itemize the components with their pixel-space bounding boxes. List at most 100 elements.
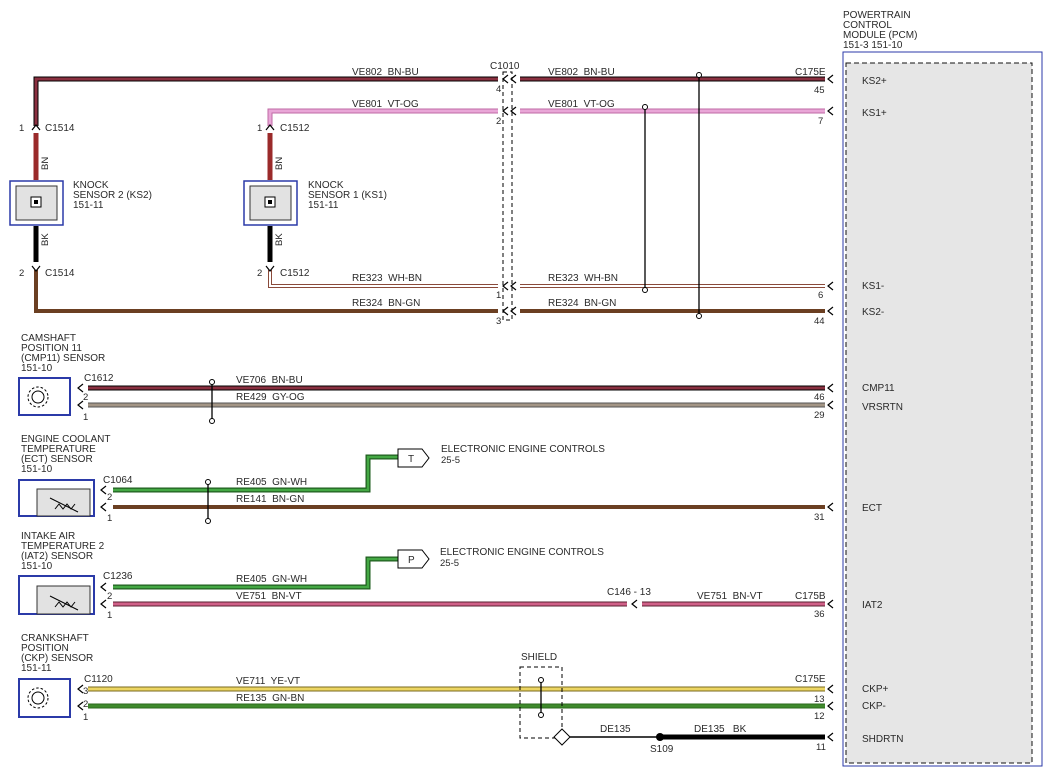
- ckp-label-4: 151-11: [21, 663, 52, 674]
- iat-ref-page: 25-5: [440, 558, 459, 569]
- ckp-sensor-section: CRANKSHAFT POSITION (CKP) SENSOR 151-11 …: [18, 633, 834, 755]
- ect-pin-1: 1: [107, 513, 112, 524]
- ks2-wire-bk: BK: [40, 233, 51, 246]
- ect-sensor-section: ENGINE COOLANT TEMPERATURE (ECT) SENSOR …: [18, 434, 834, 524]
- ks2-wire-bn: BN: [40, 157, 51, 170]
- re323-left-label: RE323 WH-BN: [352, 273, 422, 284]
- re135-label: RE135 GN-BN: [236, 693, 304, 704]
- c1010-pin-4: 4: [496, 84, 501, 95]
- c175b-label: C175B: [795, 591, 826, 602]
- ect-pcm-pin-31: 31: [814, 512, 825, 523]
- ve801-right-label: VE801 VT-OG: [548, 99, 615, 110]
- c1010-label: C1010: [490, 61, 520, 72]
- re324-right-label: RE324 BN-GN: [548, 298, 616, 309]
- pcm-inner-dashed: [845, 62, 1033, 764]
- re141-label: RE141 BN-GN: [236, 494, 304, 505]
- ckp-pin-2: 2: [83, 699, 88, 710]
- iat-sensor-section: INTAKE AIR TEMPERATURE 2 (IAT2) SENSOR 1…: [18, 531, 834, 621]
- ks1-pin-1: 1: [257, 123, 262, 134]
- pcm-pin-ect: ECT: [862, 503, 882, 514]
- knock-sensor-1-body: [243, 180, 298, 226]
- c175e-top-label: C175E: [795, 67, 826, 78]
- iat-pin-1: 1: [107, 610, 112, 621]
- ect-re405-label: RE405 GN-WH: [236, 477, 307, 488]
- c175e-pin-6: 6: [818, 290, 823, 301]
- ve751-left-label: VE751 BN-VT: [236, 591, 302, 602]
- pcm-module: POWERTRAIN CONTROL MODULE (PCM) 151-3 15…: [842, 10, 1043, 767]
- cmp-pcm-pin-46: 46: [814, 392, 825, 403]
- iat-tag-p-label: P: [408, 555, 415, 566]
- pcm-pin-shdrtn: SHDRTN: [862, 734, 903, 745]
- wiring-diagram-canvas: POWERTRAIN CONTROL MODULE (PCM) 151-3 15…: [9, 10, 1043, 767]
- ks1-label-3: 151-11: [308, 200, 339, 211]
- de135-right-label: DE135 BK: [694, 724, 747, 735]
- cmp-label-4: 151-10: [21, 363, 53, 374]
- cmp-pin-1: 1: [83, 412, 88, 423]
- c175e-pin-45: 45: [814, 85, 825, 96]
- cmp-conn: C1612: [84, 373, 114, 384]
- ve706-label: VE706 BN-BU: [236, 375, 303, 386]
- ks2-pin-2: 2: [19, 268, 24, 279]
- wiring-diagram: POWERTRAIN CONTROL MODULE (PCM) 151-3 15…: [0, 0, 1050, 775]
- pcm-pin-iat2: IAT2: [862, 600, 883, 611]
- pcm-pin-ks2-minus: KS2-: [862, 307, 884, 318]
- ckp-sensor-body: [18, 678, 71, 718]
- cmp-sensor-section: CAMSHAFT POSITION 11 (CMP11) SENSOR 151-…: [18, 333, 834, 424]
- ve801-left-label: VE801 VT-OG: [352, 99, 419, 110]
- pcm-pin-ckp-plus: CKP+: [862, 684, 889, 695]
- ve711-label: VE711 YE-VT: [236, 676, 300, 687]
- pcm-pin-vrsrtn: VRSRTN: [862, 402, 903, 413]
- c1010-pin-2: 2: [496, 116, 501, 127]
- cmp-pcm-pin-29: 29: [814, 410, 825, 421]
- shield-diamond: [553, 728, 571, 746]
- ect-tag-t-label: T: [408, 454, 414, 465]
- ks1-wire-bk: BK: [274, 233, 285, 246]
- ckp-c175e-label: C175E: [795, 674, 826, 685]
- knock-sensor-2-body: [9, 180, 64, 226]
- ckp-pcm-pin-11: 11: [816, 742, 826, 753]
- c175e-pin-7: 7: [818, 116, 823, 127]
- cmp-sensor-body: [18, 377, 71, 416]
- c1010-pin-1: 1: [496, 290, 501, 301]
- de135-left-label: DE135: [600, 724, 631, 735]
- c1010-pin-3: 3: [496, 316, 501, 327]
- iat-conn: C1236: [103, 571, 133, 582]
- ect-pin-2: 2: [107, 492, 112, 503]
- iat-pcm-pin-36: 36: [814, 609, 825, 620]
- ckp-pin-1: 1: [83, 712, 88, 723]
- iat-pin-2: 2: [107, 591, 112, 602]
- ks1-pin-2: 2: [257, 268, 262, 279]
- s109-label: S109: [650, 744, 674, 755]
- ect-conn: C1064: [103, 475, 133, 486]
- pcm-pin-ks1-plus: KS1+: [862, 108, 887, 119]
- ckp-pcm-pin-13: 13: [814, 694, 825, 705]
- ks1-wire-bn: BN: [274, 157, 285, 170]
- re429-label: RE429 GY-OG: [236, 392, 305, 403]
- ckp-pin-3: 3: [83, 686, 88, 697]
- wire-ve802-fill: [34, 77, 498, 126]
- ect-sensor-body: [18, 479, 95, 517]
- iat-label-4: 151-10: [21, 561, 53, 572]
- ckp-pcm-pin-12: 12: [814, 711, 825, 722]
- c175e-pin-44: 44: [814, 316, 825, 327]
- iat-re405-label: RE405 GN-WH: [236, 574, 307, 585]
- ect-ref-title: ELECTRONIC ENGINE CONTROLS: [441, 444, 605, 455]
- iat-sensor-body: [18, 575, 95, 615]
- iat-ref-title: ELECTRONIC ENGINE CONTROLS: [440, 547, 604, 558]
- pcm-pin-cmp11: CMP11: [862, 383, 895, 394]
- wire-ve802: [33, 76, 498, 126]
- ect-ref-page: 25-5: [441, 455, 460, 466]
- knock-sensor-wiring: C1010 4 2 1 3 C175E 45 7 6 44 VE802 BN-B…: [9, 61, 834, 327]
- ect-label-4: 151-10: [21, 464, 53, 475]
- re323-right-label: RE323 WH-BN: [548, 273, 618, 284]
- pcm-pin-ks1-minus: KS1-: [862, 281, 884, 292]
- ve751-right-label: VE751 BN-VT: [697, 591, 763, 602]
- ckp-conn: C1120: [84, 674, 113, 685]
- wire-re324: [34, 270, 498, 313]
- shield-label: SHIELD: [521, 652, 557, 663]
- c146-label: C146 - 13: [607, 587, 651, 598]
- ks1-conn-bottom: C1512: [280, 268, 310, 279]
- re324-left-label: RE324 BN-GN: [352, 298, 420, 309]
- ve802-left-label: VE802 BN-BU: [352, 67, 419, 78]
- ks2-label-3: 151-11: [73, 200, 104, 211]
